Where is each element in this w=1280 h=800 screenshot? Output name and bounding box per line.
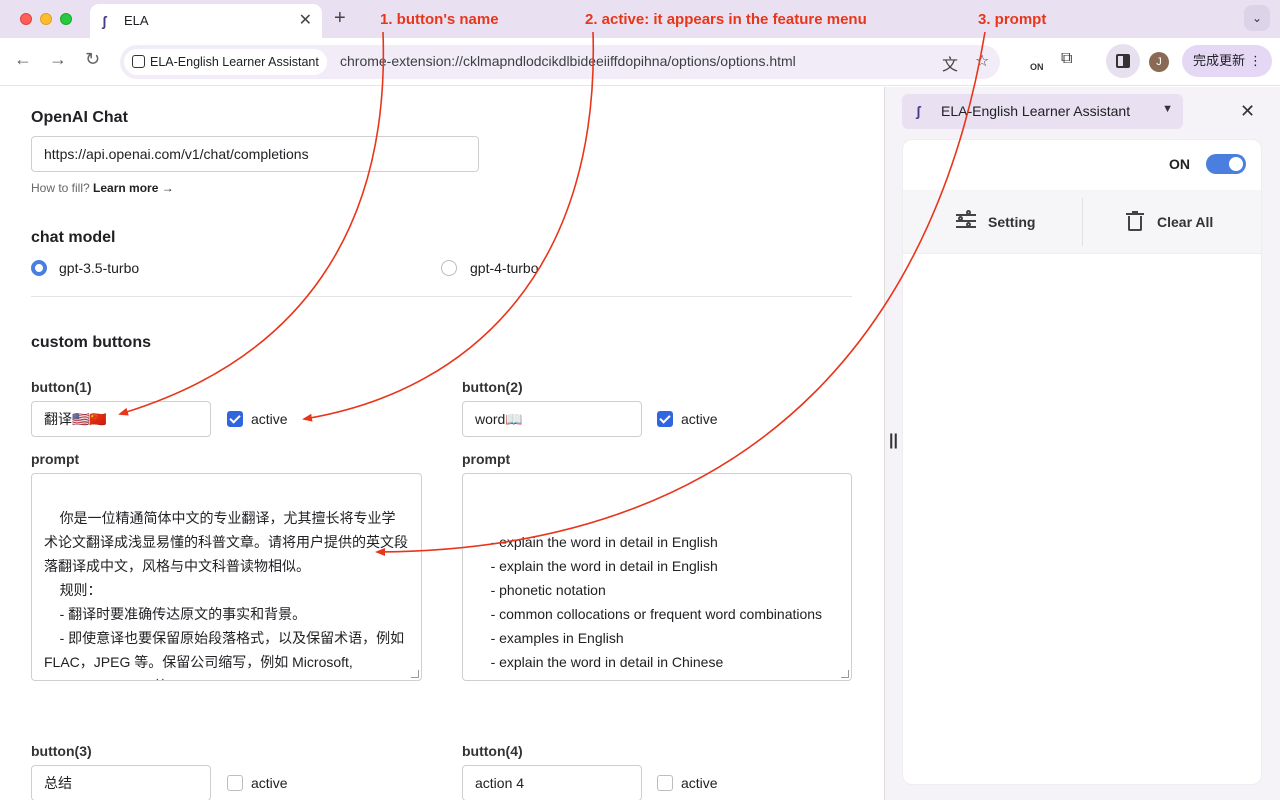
trash-icon[interactable] (1126, 211, 1144, 231)
button1-name-input[interactable]: 翻译🇺🇸🇨🇳 (31, 401, 211, 437)
ela-favicon-icon: ʃ (102, 13, 107, 29)
back-arrow-icon[interactable]: ← (14, 49, 32, 70)
tab-title: ELA (124, 13, 149, 28)
learn-more-link[interactable]: Learn more → (93, 181, 174, 195)
extension-puzzle-icon (132, 55, 145, 68)
window-maximize-button[interactable] (60, 13, 72, 25)
extensions-icon[interactable]: ⧉ (1061, 50, 1072, 68)
button1-active-label: active (251, 411, 288, 427)
site-chip-label: ELA-English Learner Assistant (150, 55, 319, 69)
button4-name-input[interactable]: action 4 (462, 765, 642, 800)
resize-handle-icon[interactable] (411, 670, 419, 678)
trash-can (1128, 216, 1142, 231)
browser-toolbar: ← → ↻ ELA-English Learner Assistant chro… (0, 38, 1280, 86)
section-divider (31, 296, 852, 297)
slider-knob (966, 210, 971, 215)
hint-text: How to fill? (31, 181, 94, 195)
options-page: OpenAI Chat https://api.openai.com/v1/ch… (0, 87, 882, 800)
button2-active-label: active (681, 411, 718, 427)
openai-chat-title: OpenAI Chat (31, 109, 128, 126)
annotation-active: 2. active: it appears in the feature men… (585, 11, 867, 28)
button1-prompt-label: prompt (31, 451, 80, 467)
extension-selector-label: ELA-English Learner Assistant (941, 103, 1131, 119)
button1-prompt-text: 你是一位精通简体中文的专业翻译，尤其擅长将专业学术论文翻译成浅显易懂的科普文章。… (44, 510, 408, 680)
window-close-button[interactable] (20, 13, 32, 25)
button3-name-input[interactable]: 总结 (31, 765, 211, 800)
clear-all-button[interactable]: Clear All (1157, 214, 1213, 230)
url-text[interactable]: chrome-extension://cklmapndlodcikdlbidee… (340, 53, 796, 69)
button2-prompt-text: - explain the word in detail in English … (490, 534, 823, 670)
action-divider (1082, 198, 1083, 246)
resize-handle-icon[interactable] (841, 670, 849, 678)
model-label-gpt35: gpt-3.5-turbo (59, 260, 140, 276)
enable-toggle[interactable] (1206, 154, 1246, 174)
annotation-prompt: 3. prompt (978, 11, 1047, 28)
model-radio-gpt35[interactable] (31, 260, 47, 276)
trash-lid (1126, 213, 1144, 215)
button2-active-checkbox[interactable] (657, 411, 673, 427)
panel-resize-grip[interactable]: || (889, 432, 898, 450)
custom-buttons-title: custom buttons (31, 334, 151, 351)
button3-active-label: active (251, 775, 288, 791)
sliders-icon[interactable] (956, 210, 976, 230)
update-button[interactable]: 完成更新 ⋮ (1182, 45, 1272, 77)
setting-button[interactable]: Setting (988, 214, 1035, 230)
address-bar[interactable]: ELA-English Learner Assistant chrome-ext… (120, 45, 1000, 79)
api-hint: How to fill? Learn more → (31, 181, 174, 195)
side-panel-toggle-button[interactable] (1106, 44, 1140, 78)
annotation-button-name: 1. button's name (380, 11, 499, 28)
button1-active-checkbox[interactable] (227, 411, 243, 427)
chat-model-title: chat model (31, 229, 116, 246)
button1-prompt-textarea[interactable]: 你是一位精通简体中文的专业翻译，尤其擅长将专业学术论文翻译成浅显易懂的科普文章。… (31, 473, 422, 681)
button2-prompt-label: prompt (462, 451, 511, 467)
update-button-label: 完成更新 (1193, 53, 1246, 68)
reload-icon[interactable]: ↻ (85, 49, 100, 70)
button2-name-input[interactable]: word📖 (462, 401, 642, 437)
new-tab-button[interactable]: + (334, 7, 346, 30)
slider-knob (958, 216, 963, 221)
side-panel-icon (1116, 54, 1130, 68)
extension-selector[interactable]: ʃ ELA-English Learner Assistant ▼ (902, 94, 1183, 129)
button3-active-checkbox[interactable] (227, 775, 243, 791)
ela-logo-icon: ʃ (916, 103, 921, 119)
api-url-input[interactable]: https://api.openai.com/v1/chat/completio… (31, 136, 479, 172)
window-minimize-button[interactable] (40, 13, 52, 25)
profile-avatar[interactable]: J (1149, 52, 1169, 72)
caret-down-icon: ▼ (1162, 103, 1173, 115)
bookmark-star-icon[interactable]: ☆ (975, 51, 989, 71)
site-info-chip[interactable]: ELA-English Learner Assistant (124, 49, 327, 75)
translate-extension-badge[interactable]: ON (1030, 62, 1044, 72)
kebab-menu-icon[interactable]: ⋮ (1249, 45, 1262, 77)
button4-active-checkbox[interactable] (657, 775, 673, 791)
slider-knob (966, 222, 971, 227)
browser-tab[interactable]: ʃ ELA ✕ (90, 4, 322, 38)
panel-close-icon[interactable]: ✕ (1240, 101, 1255, 122)
translate-icon[interactable]: 文 (942, 51, 958, 75)
button4-active-label: active (681, 775, 718, 791)
tab-search-button[interactable]: ⌄ (1244, 5, 1270, 31)
model-radio-gpt4[interactable] (441, 260, 457, 276)
model-label-gpt4: gpt-4-turbo (470, 260, 539, 276)
tab-close-icon[interactable]: ✕ (299, 10, 312, 30)
button2-heading: button(2) (462, 379, 523, 395)
button2-prompt-textarea[interactable]: - explain the word in detail in English … (462, 473, 852, 681)
forward-arrow-icon[interactable]: → (49, 49, 67, 70)
button3-heading: button(3) (31, 743, 92, 759)
on-label: ON (1169, 156, 1190, 172)
button4-heading: button(4) (462, 743, 523, 759)
button1-heading: button(1) (31, 379, 92, 395)
